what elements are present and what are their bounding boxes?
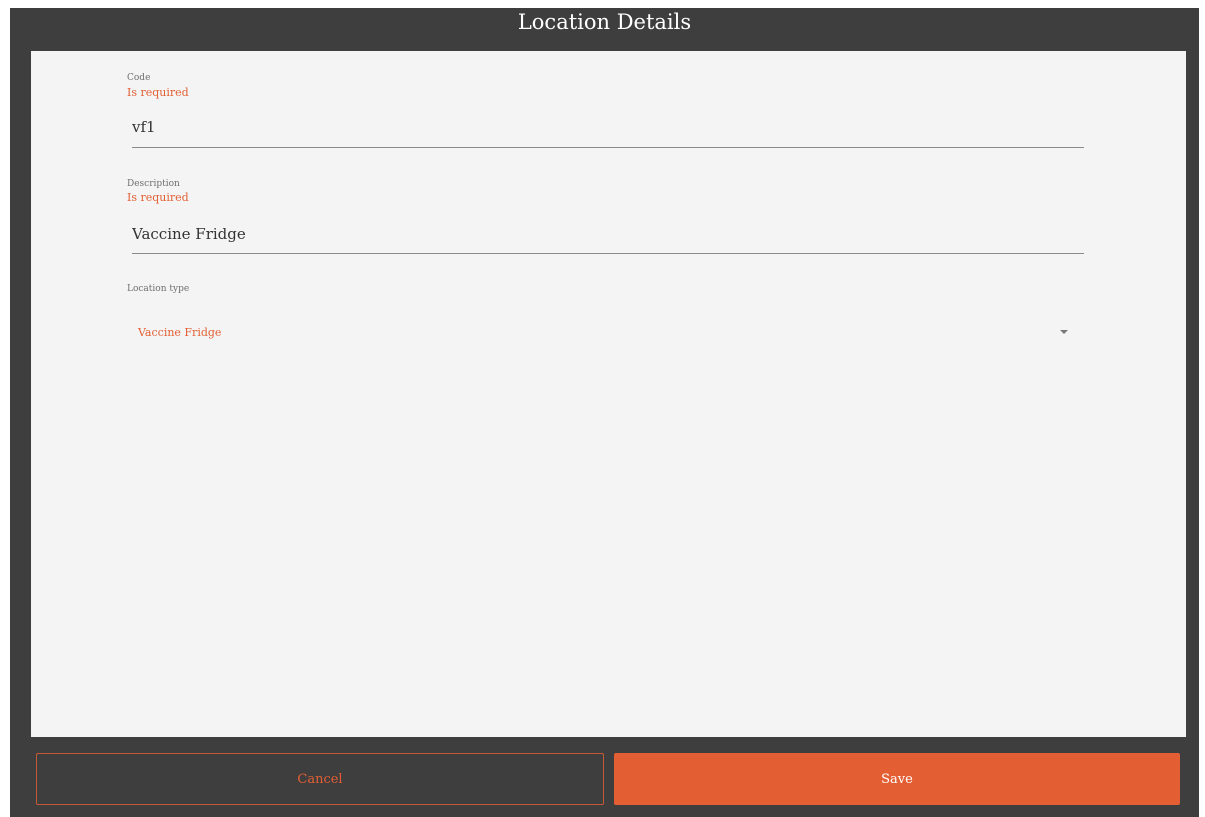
save-button[interactable]: Save [614, 753, 1180, 805]
location-details-dialog: Location Details Code Is required Descri… [10, 8, 1199, 817]
cancel-button[interactable]: Cancel [36, 753, 604, 805]
form-panel: Code Is required Description Is required… [31, 51, 1186, 737]
code-underline [132, 147, 1084, 148]
code-label: Code [127, 73, 151, 83]
dialog-title: Location Details [517, 10, 692, 34]
code-error: Is required [127, 86, 189, 99]
code-input[interactable] [132, 118, 1072, 136]
chevron-down-icon [1060, 330, 1068, 334]
description-label: Description [127, 179, 180, 189]
description-underline [132, 253, 1084, 254]
location-type-value: Vaccine Fridge [138, 326, 222, 339]
description-error: Is required [127, 191, 189, 204]
description-input[interactable] [132, 225, 1072, 243]
location-type-label: Location type [127, 284, 190, 294]
location-type-select[interactable]: Vaccine Fridge [132, 319, 1084, 343]
